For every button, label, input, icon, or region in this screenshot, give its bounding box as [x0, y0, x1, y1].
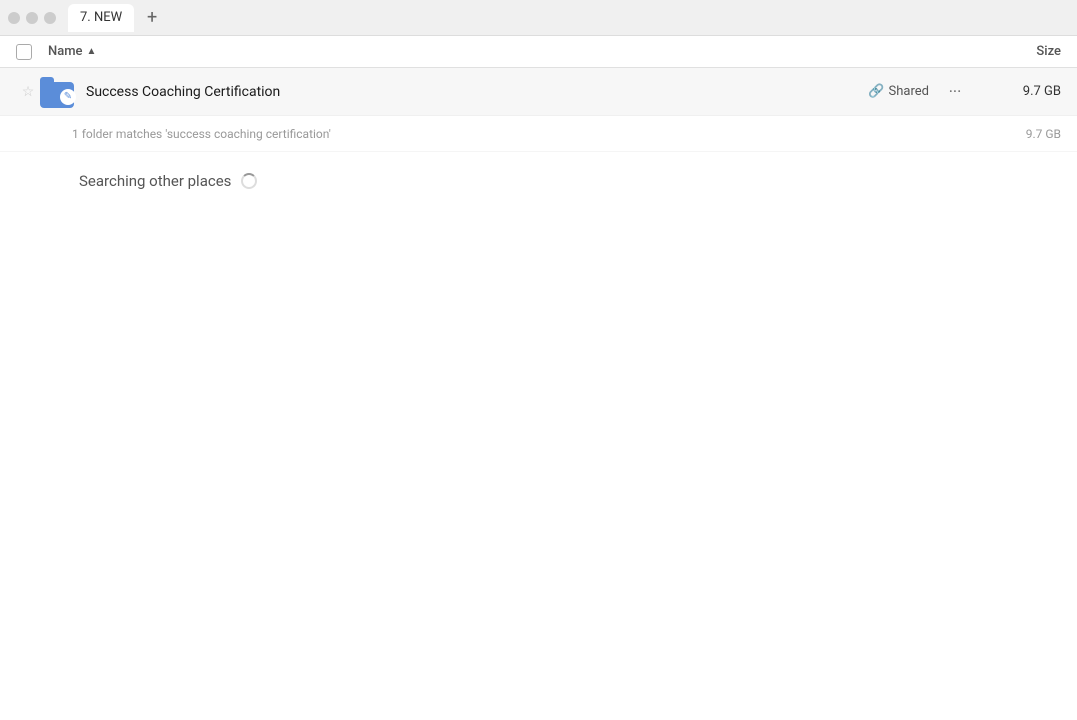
size-label: Size: [1036, 44, 1061, 59]
current-tab[interactable]: 7. NEW: [68, 4, 134, 32]
loading-spinner: [241, 173, 257, 189]
plus-icon: +: [147, 7, 157, 28]
column-headers: Name ▲ Size: [0, 36, 1077, 68]
file-size: 9.7 GB: [981, 84, 1061, 99]
link-icon: 🔗: [868, 84, 884, 99]
ellipsis-icon: ···: [949, 82, 962, 101]
minimize-control[interactable]: [26, 12, 38, 24]
close-control[interactable]: [8, 12, 20, 24]
more-options-button[interactable]: ···: [941, 78, 969, 106]
match-info-row: 1 folder matches 'success coaching certi…: [0, 116, 1077, 152]
name-label: Name: [48, 44, 83, 59]
window-controls: [8, 12, 56, 24]
shared-badge: 🔗 Shared: [868, 84, 929, 99]
maximize-control[interactable]: [44, 12, 56, 24]
header-checkbox-col: [16, 44, 48, 60]
shared-label: Shared: [889, 84, 929, 99]
select-all-checkbox[interactable]: [16, 44, 32, 60]
match-size: 9.7 GB: [981, 127, 1061, 141]
size-column-header[interactable]: Size: [981, 44, 1061, 59]
match-text: 1 folder matches 'success coaching certi…: [72, 127, 981, 141]
tab-bar: 7. NEW +: [0, 0, 1077, 36]
searching-label: Searching other places: [79, 172, 231, 190]
file-name: Success Coaching Certification: [86, 84, 868, 100]
folder-icon: ✎: [40, 74, 76, 110]
sort-arrow-icon: ▲: [87, 46, 97, 57]
file-row[interactable]: ☆ ✎ Success Coaching Certification 🔗 Sha…: [0, 68, 1077, 116]
add-tab-button[interactable]: +: [138, 4, 166, 32]
searching-section: Searching other places: [0, 152, 1077, 206]
name-column-header[interactable]: Name ▲: [48, 44, 981, 59]
star-icon[interactable]: ☆: [16, 84, 40, 100]
tab-label: 7. NEW: [80, 10, 122, 25]
